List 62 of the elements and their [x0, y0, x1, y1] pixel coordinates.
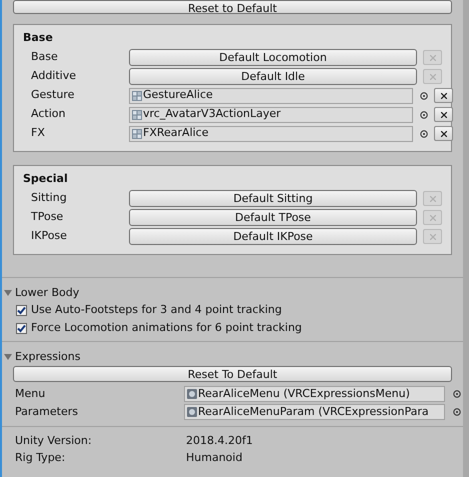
- grid-icon: [132, 110, 142, 120]
- close-icon: [440, 130, 446, 136]
- reset-button[interactable]: Reset To Default: [13, 366, 452, 382]
- close-icon: [430, 234, 436, 240]
- field-label: TPose: [30, 209, 64, 226]
- close-icon: [430, 54, 436, 60]
- target-icon[interactable]: [420, 130, 428, 138]
- info-value: 2018.4.20f1: [186, 433, 253, 450]
- object-field[interactable]: RearAliceMenu (VRCExpressionsMenu): [184, 386, 445, 402]
- close-icon: [440, 112, 446, 118]
- checkbox-label: Force Locomotion animations for 6 point tracking: [31, 320, 302, 336]
- clear-button[interactable]: [434, 88, 453, 103]
- object-field[interactable]: vrc_AvatarV3ActionLayer: [129, 106, 413, 122]
- field-label: FX: [30, 125, 46, 142]
- field-label: Base: [30, 49, 59, 66]
- field-label: Menu: [15, 386, 46, 402]
- info-value: Humanoid: [186, 450, 242, 466]
- object-field[interactable]: GestureAlice: [129, 88, 413, 104]
- foldout-title[interactable]: Lower Body: [15, 284, 80, 302]
- default-button[interactable]: Default Idle: [129, 68, 417, 85]
- checkbox[interactable]: [16, 304, 27, 316]
- default-button[interactable]: Default TPose: [129, 209, 417, 226]
- close-icon: [430, 196, 436, 202]
- field-value: GestureAlice: [143, 87, 213, 104]
- target-icon[interactable]: [453, 408, 461, 416]
- field-label: Parameters: [15, 404, 79, 420]
- default-button[interactable]: Default Locomotion: [129, 49, 417, 66]
- checkbox-label: Use Auto-Footsteps for 3 and 4 point tracking: [31, 302, 282, 318]
- target-icon[interactable]: [453, 390, 461, 398]
- info-label: Rig Type:: [15, 450, 66, 466]
- field-label: Gesture: [30, 87, 76, 104]
- field-value: RearAliceMenu (VRCExpressionsMenu): [198, 387, 410, 401]
- reset-button[interactable]: Reset to Default: [13, 0, 452, 14]
- field-label: IKPose: [30, 228, 68, 244]
- target-icon[interactable]: [420, 110, 428, 118]
- section-title: Base: [23, 30, 54, 46]
- field-value: FXRearAlice: [143, 125, 208, 142]
- field-label: Additive: [30, 68, 77, 84]
- object-field[interactable]: RearAliceMenuParam (VRCExpressionPara: [184, 404, 445, 420]
- asset-icon: [187, 407, 197, 417]
- expanded-arrow-icon[interactable]: [4, 353, 12, 361]
- clear-button[interactable]: [434, 107, 453, 122]
- close-icon: [430, 214, 436, 220]
- field-label: Sitting: [30, 190, 68, 206]
- expanded-arrow-icon[interactable]: [4, 289, 12, 297]
- grid-icon: [132, 90, 142, 100]
- clear-button[interactable]: [434, 126, 453, 141]
- info-label: Unity Version:: [15, 433, 93, 450]
- default-button[interactable]: Default IKPose: [129, 228, 417, 245]
- default-button[interactable]: Default Sitting: [129, 190, 417, 207]
- checkbox[interactable]: [16, 322, 27, 334]
- close-icon: [440, 92, 446, 98]
- field-value: RearAliceMenuParam (VRCExpressionPara: [198, 405, 429, 419]
- asset-icon: [187, 389, 197, 399]
- close-icon: [430, 74, 436, 80]
- target-icon[interactable]: [420, 92, 428, 100]
- grid-icon: [132, 128, 142, 138]
- field-value: vrc_AvatarV3ActionLayer: [143, 106, 281, 122]
- section-title: Special: [23, 171, 69, 187]
- foldout-title[interactable]: Expressions: [15, 348, 80, 366]
- object-field[interactable]: FXRearAlice: [129, 126, 413, 142]
- field-label: Action: [30, 106, 66, 122]
